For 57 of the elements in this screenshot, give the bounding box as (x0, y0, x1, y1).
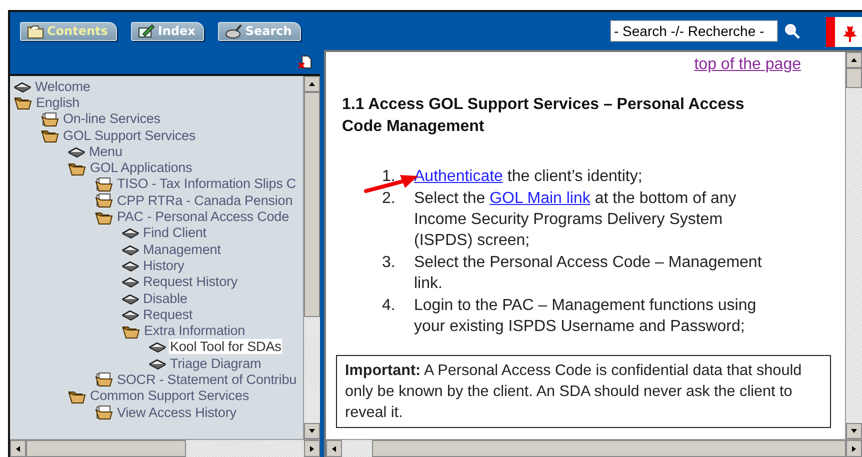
tree-item[interactable]: CPP RTRa - Canada Pension (116, 192, 294, 208)
scroll-button[interactable] (846, 52, 862, 68)
scrollbar-thumb[interactable] (304, 92, 320, 317)
close-icon[interactable] (298, 55, 312, 69)
search-icon[interactable] (784, 23, 800, 39)
scroll-button[interactable] (326, 440, 342, 457)
tree-item[interactable]: Management (142, 242, 222, 257)
tree-item[interactable]: View Access History (116, 404, 238, 420)
scroll-button[interactable] (10, 440, 26, 457)
scrollbar[interactable] (10, 439, 320, 457)
magnifier-icon (225, 23, 242, 39)
tree-item[interactable]: English (35, 94, 81, 110)
tree-item[interactable]: GOL Applications (89, 160, 194, 176)
step-number: 4. (382, 296, 396, 316)
step-text: Select the GOL Main link at the bottom of any Income Security Programs Delivery System (ISPDS) screen; (414, 189, 738, 251)
scrollbar[interactable] (326, 439, 862, 457)
tree-item[interactable]: Request History (142, 274, 239, 290)
important-note: Important: A Personal Access Code is confidential data that should only be known by the client. An SDA should never ask the client to reveal it. (336, 355, 831, 428)
scroll-button[interactable] (846, 423, 862, 439)
section-heading: 1.1 Access GOL Support Services – Personal Access Code Management (342, 95, 746, 137)
tree-item[interactable]: Find Client (142, 225, 208, 240)
scroll-button[interactable] (304, 440, 320, 457)
scroll-button[interactable] (304, 76, 320, 92)
tree-item[interactable]: History (142, 258, 186, 273)
step-number: 3. (382, 253, 396, 273)
tree-item[interactable]: Common Support Services (89, 388, 250, 404)
top-link[interactable]: top of the page (694, 56, 801, 73)
tree-item[interactable]: Request (142, 306, 194, 322)
tree-item[interactable]: On-line Services (62, 111, 162, 126)
inline-link[interactable]: GOL Main link (490, 190, 590, 207)
scrollbar[interactable] (845, 52, 862, 439)
tree-item[interactable]: TISO - Tax Information Slips C (116, 176, 298, 192)
tree-item[interactable]: Extra Information (143, 323, 246, 338)
pen-icon (138, 23, 155, 39)
tree-item[interactable]: GOL Support Services (62, 128, 197, 143)
step-text: Select the Personal Access Code – Management link. (414, 253, 763, 294)
tree-item[interactable]: PAC - Personal Access Code (116, 209, 290, 224)
tree-item[interactable]: SOCR - Statement of Contribu (116, 372, 298, 387)
tree-item[interactable]: Triage Diagram (169, 356, 262, 371)
scroll-button[interactable] (304, 423, 320, 439)
scrollbar[interactable] (303, 76, 320, 439)
step-number: 2. (382, 189, 396, 209)
flag-icon (826, 17, 862, 47)
tree-item[interactable]: Menu (88, 144, 124, 159)
folder-icon (27, 23, 44, 39)
scrollbar-thumb[interactable] (26, 440, 186, 457)
tree-item[interactable]: Kool Tool for SDAs (169, 339, 282, 354)
tree-item[interactable]: Disable (142, 290, 188, 306)
step-number: 1. (382, 167, 396, 187)
scroll-button[interactable] (846, 440, 862, 457)
scrollbar-thumb[interactable] (846, 68, 862, 88)
tree-item[interactable]: Welcome (34, 78, 92, 94)
step-text: Login to the PAC – Management functions using your existing ISPDS Username and Password; (414, 296, 758, 337)
search-field[interactable]: - Search -/- Recherche - (610, 20, 778, 42)
step-text: Authenticate the client’s identity; (414, 167, 644, 187)
scrollbar-thumb[interactable] (372, 440, 846, 457)
inline-link[interactable]: Authenticate (414, 168, 503, 185)
